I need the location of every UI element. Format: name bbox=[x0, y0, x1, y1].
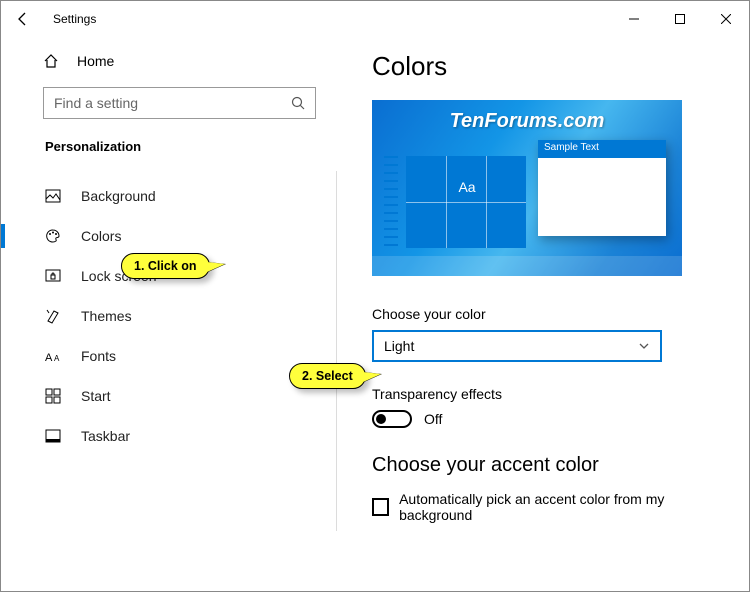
sidebar-nav: Background Colors Lock screen Themes AA … bbox=[1, 176, 316, 456]
fonts-icon: AA bbox=[45, 349, 63, 363]
home-label: Home bbox=[77, 53, 114, 69]
palette-icon bbox=[45, 228, 63, 244]
sidebar-item-label: Fonts bbox=[81, 348, 116, 364]
auto-accent-checkbox[interactable] bbox=[372, 498, 389, 516]
search-input[interactable]: Find a setting bbox=[43, 87, 316, 119]
preview-ruler bbox=[384, 156, 398, 248]
title-bar: Settings bbox=[1, 1, 749, 37]
main-content: Colors TenForums.com Aa Sample Text Choo… bbox=[336, 37, 749, 591]
sidebar-item-label: Colors bbox=[81, 228, 121, 244]
home-icon bbox=[43, 53, 59, 69]
window-title: Settings bbox=[53, 12, 96, 26]
preview-window: Sample Text bbox=[538, 140, 666, 236]
preview-aa-tile: Aa bbox=[450, 170, 484, 204]
minimize-button[interactable] bbox=[611, 3, 657, 35]
sidebar-item-label: Themes bbox=[81, 308, 132, 324]
sidebar-item-start[interactable]: Start bbox=[1, 376, 316, 416]
sidebar-item-background[interactable]: Background bbox=[1, 176, 316, 216]
sidebar-item-taskbar[interactable]: Taskbar bbox=[1, 416, 316, 456]
sidebar: Home Find a setting Personalization Back… bbox=[1, 37, 336, 591]
watermark-text: TenForums.com bbox=[372, 110, 682, 133]
window-controls bbox=[611, 3, 749, 35]
sidebar-category: Personalization bbox=[45, 139, 316, 154]
annotation-callout-1: 1. Click on bbox=[121, 253, 210, 279]
sidebar-item-colors[interactable]: Colors bbox=[1, 216, 316, 256]
lock-screen-icon bbox=[45, 268, 63, 284]
taskbar-icon bbox=[45, 428, 63, 444]
close-button[interactable] bbox=[703, 3, 749, 35]
sidebar-home[interactable]: Home bbox=[43, 53, 316, 69]
svg-text:A: A bbox=[45, 352, 53, 363]
transparency-label: Transparency effects bbox=[372, 386, 719, 402]
preview-taskbar bbox=[372, 256, 682, 276]
search-placeholder: Find a setting bbox=[54, 95, 138, 111]
sidebar-item-label: Start bbox=[81, 388, 111, 404]
sidebar-item-label: Background bbox=[81, 188, 156, 204]
transparency-value: Off bbox=[424, 411, 442, 427]
choose-color-label: Choose your color bbox=[372, 306, 719, 322]
themes-icon bbox=[45, 308, 63, 324]
start-icon bbox=[45, 388, 63, 404]
toggle-knob bbox=[376, 414, 386, 424]
page-title: Colors bbox=[372, 51, 719, 82]
sidebar-item-label: Taskbar bbox=[81, 428, 130, 444]
svg-text:A: A bbox=[54, 354, 60, 363]
transparency-toggle[interactable] bbox=[372, 410, 412, 428]
search-icon bbox=[291, 96, 305, 110]
accent-color-title: Choose your accent color bbox=[372, 454, 719, 477]
maximize-button[interactable] bbox=[657, 3, 703, 35]
back-button[interactable] bbox=[15, 11, 39, 27]
choose-color-value: Light bbox=[384, 338, 414, 354]
color-preview-thumbnail: TenForums.com Aa Sample Text bbox=[372, 100, 682, 276]
auto-accent-label: Automatically pick an accent color from … bbox=[399, 491, 719, 523]
chevron-down-icon bbox=[638, 340, 650, 352]
picture-icon bbox=[45, 188, 63, 204]
vertical-divider bbox=[336, 171, 337, 531]
sidebar-item-fonts[interactable]: AA Fonts bbox=[1, 336, 316, 376]
annotation-callout-2: 2. Select bbox=[289, 363, 366, 389]
preview-sample-text: Sample Text bbox=[544, 142, 599, 153]
choose-color-dropdown[interactable]: Light bbox=[372, 330, 662, 362]
sidebar-item-themes[interactable]: Themes bbox=[1, 296, 316, 336]
